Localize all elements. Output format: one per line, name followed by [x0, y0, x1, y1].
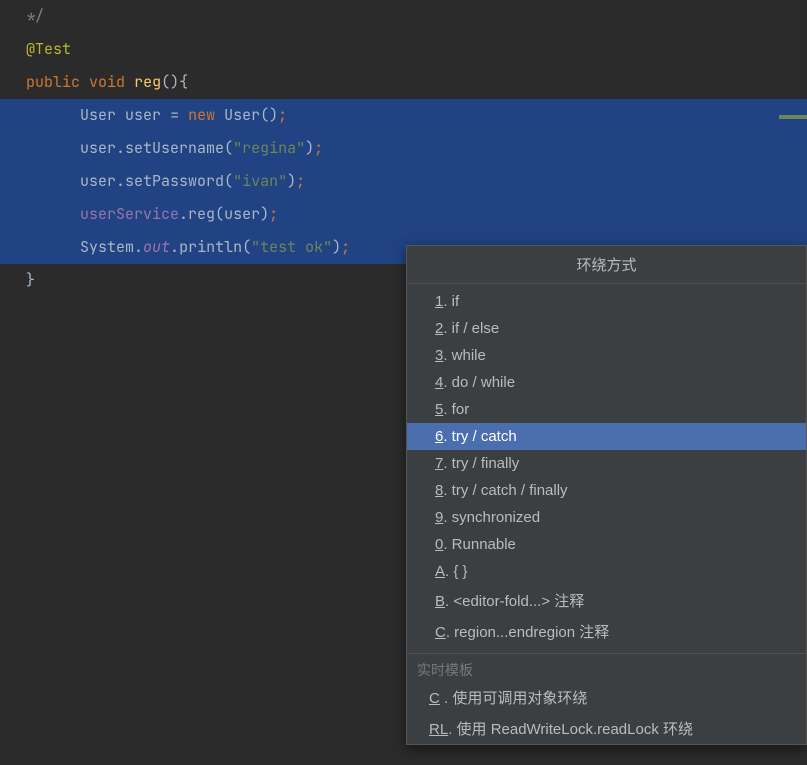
selection-gutter: [0, 165, 12, 198]
surround-with-popup: 环绕方式 1. if 2. if / else 3. while 4. do /…: [406, 245, 807, 745]
code-line-selected: userService.reg(user);: [0, 198, 807, 231]
editor-marker: [779, 115, 807, 119]
surround-option-do-while[interactable]: 4. do / while: [407, 369, 806, 396]
surround-option-editor-fold[interactable]: B. <editor-fold...> 注释: [407, 585, 806, 616]
surround-option-region[interactable]: C. region...endregion 注释: [407, 616, 806, 647]
popup-separator: [407, 653, 806, 654]
test-annotation: @Test: [26, 39, 71, 59]
surround-option-if[interactable]: 1. if: [407, 288, 806, 315]
comment-end: */: [26, 6, 44, 26]
surround-template-callable[interactable]: C . 使用可调用对象环绕: [407, 682, 806, 713]
code-line-selected: User user = new User();: [0, 99, 807, 132]
selection-gutter: [0, 231, 12, 264]
selection-gutter: [0, 99, 12, 132]
surround-option-try-finally[interactable]: 7. try / finally: [407, 450, 806, 477]
surround-template-readwritelock[interactable]: RL. 使用 ReadWriteLock.readLock 环绕: [407, 713, 806, 744]
surround-option-while[interactable]: 3. while: [407, 342, 806, 369]
code-line-annotation: @Test: [0, 33, 807, 66]
selection-gutter: [0, 132, 12, 165]
surround-option-runnable[interactable]: 0. Runnable: [407, 531, 806, 558]
surround-option-braces[interactable]: A. { }: [407, 558, 806, 585]
code-line-method-signature: public void reg(){: [0, 66, 807, 99]
surround-option-try-catch[interactable]: 6. try / catch: [407, 423, 806, 450]
code-line-selected: user.setUsername("regina");: [0, 132, 807, 165]
popup-title: 环绕方式: [407, 246, 806, 284]
code-line: */: [0, 0, 807, 33]
surround-option-if-else[interactable]: 2. if / else: [407, 315, 806, 342]
popup-section-header: 实时模板: [407, 656, 806, 682]
code-line-selected: user.setPassword("ivan");: [0, 165, 807, 198]
popup-list: 1. if 2. if / else 3. while 4. do / whil…: [407, 284, 806, 651]
surround-option-synchronized[interactable]: 9. synchronized: [407, 504, 806, 531]
surround-option-for[interactable]: 5. for: [407, 396, 806, 423]
surround-option-try-catch-finally[interactable]: 8. try / catch / finally: [407, 477, 806, 504]
selection-gutter: [0, 198, 12, 231]
